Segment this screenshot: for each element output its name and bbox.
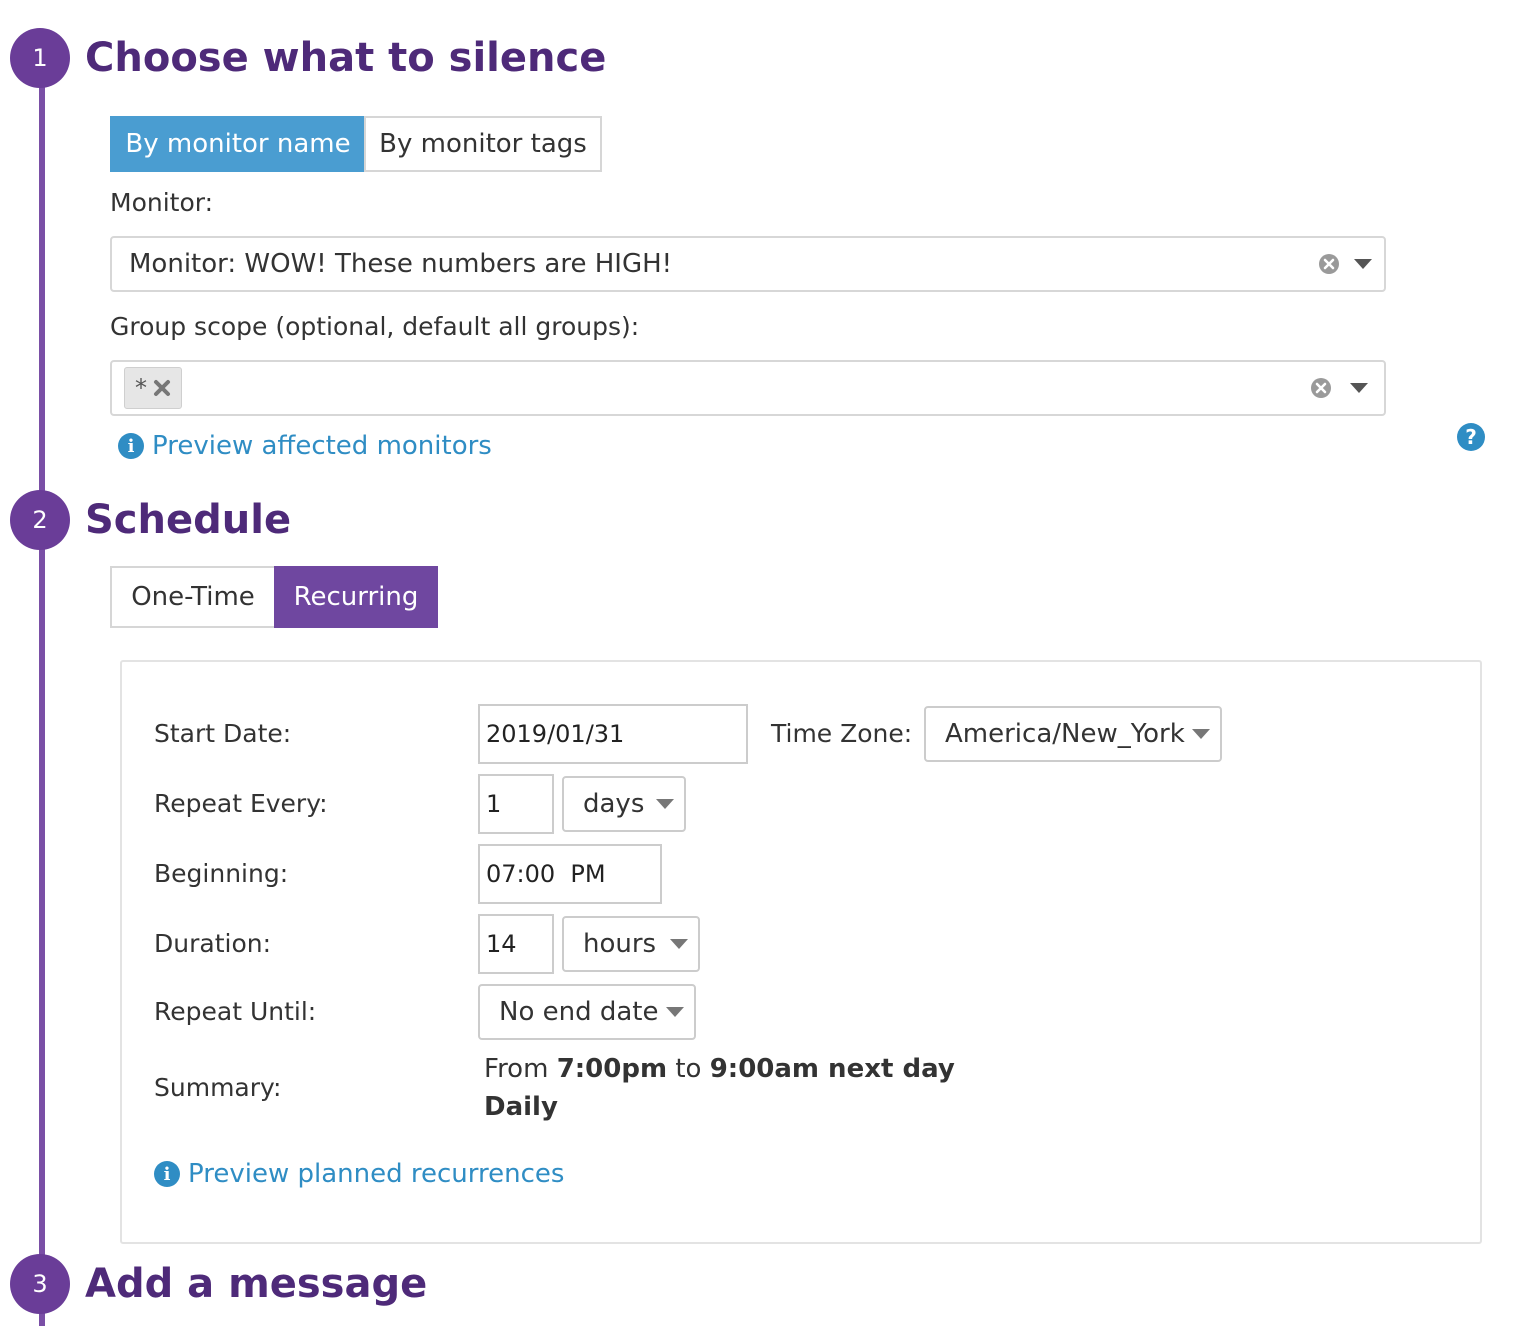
preview-affected-monitors-link[interactable]: i Preview affected monitors — [118, 431, 492, 461]
monitor-select-value: Monitor: WOW! These numbers are HIGH! — [129, 249, 673, 279]
repeat-every-input[interactable]: 1 — [478, 774, 554, 834]
summary-label: Summary: — [154, 1073, 282, 1102]
beginning-time-input[interactable]: 07:00 PM — [478, 844, 662, 904]
time-zone-value: America/New_York — [945, 719, 1185, 749]
tab-by-monitor-name[interactable]: By monitor name — [110, 116, 366, 172]
summary-text: From 7:00pm to 9:00am next day Daily — [484, 1050, 955, 1126]
monitor-label: Monitor: — [110, 188, 214, 217]
group-scope-label: Group scope (optional, default all group… — [110, 312, 640, 341]
step-2-number: 2 — [10, 490, 70, 550]
chevron-down-icon[interactable] — [1354, 259, 1372, 269]
preview-planned-recurrences-label: Preview planned recurrences — [188, 1159, 565, 1189]
group-scope-tag: * — [124, 367, 182, 409]
step-3-number: 3 — [10, 1254, 70, 1314]
help-icon[interactable]: ? — [1457, 423, 1485, 451]
clear-selection-icon[interactable] — [1318, 253, 1340, 275]
tab-by-monitor-tags[interactable]: By monitor tags — [364, 116, 602, 172]
step-3-title: Add a message — [85, 1261, 428, 1307]
chevron-down-icon[interactable] — [1350, 383, 1368, 393]
preview-planned-recurrences-link[interactable]: i Preview planned recurrences — [154, 1159, 564, 1189]
step-1-title: Choose what to silence — [85, 35, 607, 81]
start-date-input[interactable]: 2019/01/31 — [478, 704, 748, 764]
info-icon: i — [154, 1161, 180, 1187]
summary-time-range: From 7:00pm to 9:00am next day — [484, 1050, 955, 1088]
chevron-down-icon — [666, 1007, 684, 1017]
repeat-every-label: Repeat Every: — [154, 789, 328, 818]
duration-unit-value: hours — [583, 929, 657, 959]
time-zone-label: Time Zone: — [771, 719, 913, 748]
steps-timeline-line — [39, 58, 45, 1326]
group-scope-select[interactable]: * — [110, 360, 1386, 416]
chevron-down-icon — [1192, 729, 1210, 739]
chevron-down-icon — [670, 939, 688, 949]
start-date-label: Start Date: — [154, 719, 292, 748]
repeat-every-unit-select[interactable]: days — [562, 776, 686, 832]
tab-recurring[interactable]: Recurring — [274, 566, 438, 628]
summary-start-time: 7:00pm — [556, 1054, 668, 1084]
repeat-until-label: Repeat Until: — [154, 997, 317, 1026]
time-zone-select[interactable]: America/New_York — [924, 706, 1222, 762]
preview-affected-monitors-label: Preview affected monitors — [152, 431, 492, 461]
repeat-until-value: No end date — [499, 997, 659, 1027]
group-scope-tag-label: * — [135, 374, 147, 402]
duration-label: Duration: — [154, 929, 272, 958]
info-icon: i — [118, 433, 144, 459]
remove-tag-icon[interactable] — [153, 379, 171, 397]
chevron-down-icon — [656, 799, 674, 809]
summary-end-time: 9:00am next day — [709, 1054, 955, 1084]
monitor-select[interactable]: Monitor: WOW! These numbers are HIGH! — [110, 236, 1386, 292]
repeat-every-unit-value: days — [583, 789, 645, 819]
summary-to-word: to — [675, 1054, 702, 1084]
repeat-until-select[interactable]: No end date — [478, 984, 696, 1040]
step-1-number: 1 — [10, 28, 70, 88]
clear-selection-icon[interactable] — [1310, 377, 1332, 399]
beginning-label: Beginning: — [154, 859, 289, 888]
step-2-title: Schedule — [85, 497, 292, 543]
tab-one-time[interactable]: One-Time — [110, 566, 276, 628]
duration-unit-select[interactable]: hours — [562, 916, 700, 972]
summary-frequency: Daily — [484, 1092, 558, 1122]
duration-input[interactable]: 14 — [478, 914, 554, 974]
summary-from-word: From — [484, 1054, 549, 1084]
